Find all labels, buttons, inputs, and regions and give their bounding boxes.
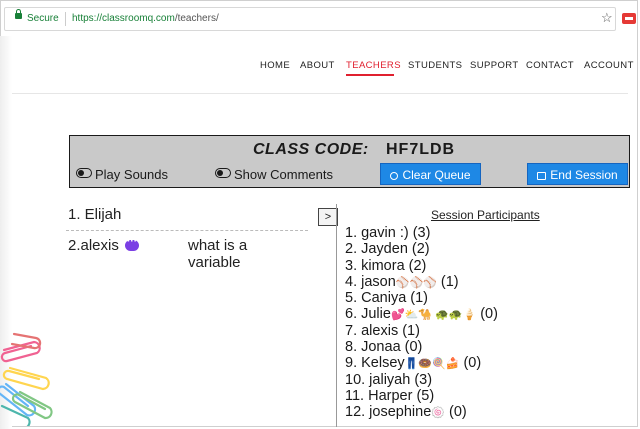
address-bar[interactable]: Secure https://classroomq.com/teachers/ …: [4, 7, 616, 31]
participant-item: 12. josephine🍥 (0): [345, 404, 498, 420]
participants-heading: Session Participants: [431, 208, 540, 222]
queue-item-2: 2.alexis: [68, 236, 140, 254]
participant-text: 11. Harper (5): [345, 387, 435, 404]
participant-emoji: 👖🍩🍭🍰: [404, 358, 460, 371]
participant-text: 7. alexis (1): [345, 322, 420, 339]
url-host: https://classroomq.com: [72, 13, 175, 24]
participant-text: 2. Jayden (2): [345, 241, 430, 258]
queue-item-2-name: 2.alexis: [68, 237, 119, 254]
queue-divider: [66, 230, 308, 231]
participant-count: (0): [476, 306, 498, 323]
participant-item: 5. Caniya (1): [345, 290, 498, 306]
advance-queue-button[interactable]: >: [318, 208, 338, 226]
nav-support[interactable]: SUPPORT: [470, 60, 519, 71]
column-divider: [336, 204, 337, 427]
extension-icon[interactable]: [622, 13, 636, 24]
nav-about[interactable]: ABOUT: [300, 60, 335, 71]
participant-item: 2. Jayden (2): [345, 241, 498, 257]
nav-contact[interactable]: CONTACT: [526, 60, 574, 71]
participant-text: 10. jaliyah (3): [345, 371, 433, 388]
participant-item: 4. jason⚾⚾⚾ (1): [345, 274, 498, 290]
participants-list: 1. gavin :) (3) 2. Jayden (2) 3. kimora …: [345, 225, 498, 421]
header-divider: [12, 93, 628, 94]
participant-item: 8. Jonaa (0): [345, 339, 498, 355]
nav-account[interactable]: ACCOUNT: [584, 60, 634, 71]
participant-item: 9. Kelsey👖🍩🍭🍰 (0): [345, 355, 498, 371]
participant-item: 10. jaliyah (3): [345, 372, 498, 388]
queue-item-2-comment: what is a variable: [188, 237, 248, 271]
clear-queue-button[interactable]: Clear Queue: [380, 163, 481, 185]
participant-text: 4. jason: [345, 273, 396, 290]
nav-active-underline: [346, 74, 394, 76]
participant-text: 6. Julie: [345, 306, 391, 323]
nav-home[interactable]: HOME: [260, 60, 290, 71]
exit-icon: [537, 172, 547, 180]
participant-item: 1. gavin :) (3): [345, 225, 498, 241]
play-sounds-toggle[interactable]: Play Sounds: [76, 167, 168, 182]
nav-teachers[interactable]: TEACHERS: [346, 60, 401, 71]
nav-students[interactable]: STUDENTS: [408, 60, 462, 71]
clear-icon: [390, 172, 399, 180]
comment-bubble-icon: [125, 236, 140, 251]
class-code-label: CLASS CODE:: [253, 141, 369, 158]
participant-text: 3. kimora (2): [345, 257, 427, 274]
participant-emoji: ⚾⚾⚾: [395, 276, 437, 289]
end-session-label: End Session: [550, 168, 618, 182]
participant-count: (1): [436, 273, 459, 290]
url-text[interactable]: https://classroomq.com/teachers/: [72, 13, 219, 24]
participant-text: 9. Kelsey: [345, 355, 405, 372]
participant-item: 3. kimora (2): [345, 258, 498, 274]
participant-text: 8. Jonaa (0): [345, 339, 423, 356]
play-sounds-label: Play Sounds: [95, 167, 168, 182]
queue-item-1: 1. Elijah: [68, 206, 122, 223]
participant-text: 1. gavin :) (3): [345, 225, 431, 241]
bookmark-star-icon[interactable]: ☆: [601, 10, 613, 26]
url-path: /teachers/: [174, 13, 219, 24]
participant-emoji: 💕⛅🐪 🐢🐢🍦: [390, 309, 477, 322]
show-comments-toggle[interactable]: Show Comments: [215, 167, 333, 182]
clear-queue-label: Clear Queue: [402, 168, 471, 182]
secure-label: Secure: [27, 13, 59, 24]
toggle-icon: [76, 168, 92, 178]
participant-item: 11. Harper (5): [345, 388, 498, 404]
url-separator: [65, 12, 66, 26]
toggle-icon: [215, 168, 231, 178]
participant-text: 5. Caniya (1): [345, 290, 429, 307]
participant-count: (0): [459, 355, 482, 372]
lock-icon: [15, 9, 22, 19]
participant-item: 6. Julie💕⛅🐪 🐢🐢🍦 (0): [345, 306, 498, 322]
class-code-value: HF7LDB: [386, 141, 456, 158]
participant-emoji: 🍥: [431, 407, 445, 420]
participant-count: (0): [444, 404, 467, 421]
participant-text: 12. josephine: [345, 404, 432, 421]
end-session-button[interactable]: End Session: [527, 163, 628, 185]
participant-item: 7. alexis (1): [345, 323, 498, 339]
show-comments-label: Show Comments: [234, 167, 333, 182]
paperclips-decoration: [0, 332, 53, 426]
